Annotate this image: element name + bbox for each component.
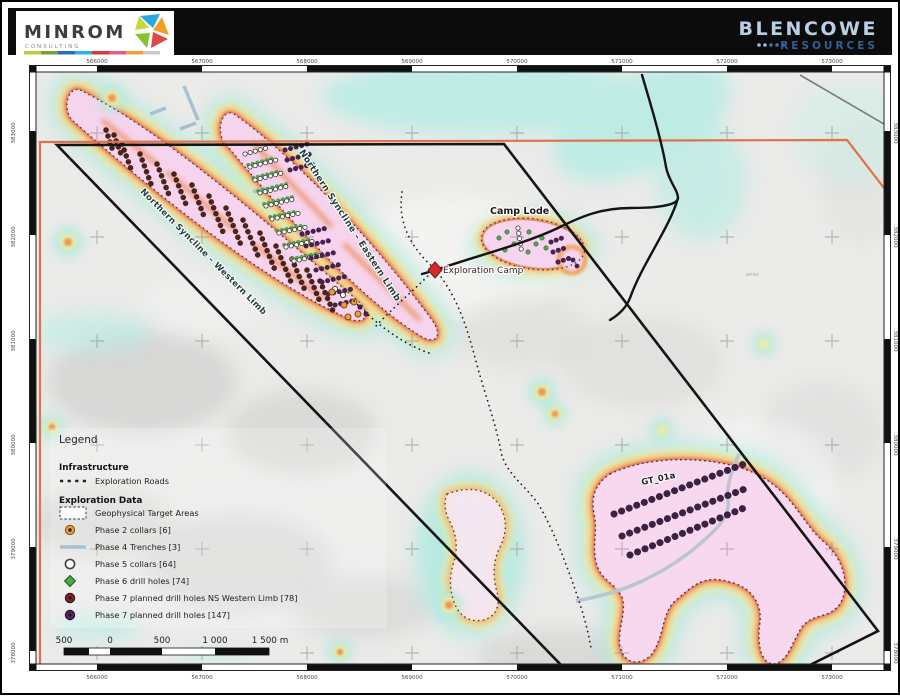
legend-title: Legend <box>59 434 98 446</box>
svg-text:500: 500 <box>154 636 171 646</box>
legend-item-phase7-western: Phase 7 planned drill holes NS Western L… <box>65 593 297 603</box>
svg-text:Phase 6 drill holes [74]: Phase 6 drill holes [74] <box>95 576 189 586</box>
axis-bottom: 566000 567000 568000 569000 570000 57100… <box>86 675 843 681</box>
axis-label: 570000 <box>506 59 528 65</box>
svg-text:Phase 4 Trenches [3]: Phase 4 Trenches [3] <box>95 542 180 552</box>
axis-label: 380000 <box>892 434 898 456</box>
blencowe-wordmark: BLENCOWE <box>738 18 878 40</box>
exploration-camp-label: Exploration Camp <box>443 266 524 276</box>
axis-left: 383000 382000 381000 380000 379000 37800… <box>11 122 17 664</box>
axis-right: 383000 382000 381000 380000 379000 37800… <box>892 122 898 664</box>
svg-text:Phase 7 planned drill holes NS: Phase 7 planned drill holes NS Western L… <box>95 593 297 603</box>
svg-text:Exploration Roads: Exploration Roads <box>95 476 169 486</box>
svg-text:Geophysical Target Areas: Geophysical Target Areas <box>95 508 199 518</box>
map-svg: MINROM CONSULTING BLENCOWE <box>2 2 898 693</box>
axis-label: 383000 <box>892 122 898 144</box>
axis-label: 379000 <box>892 538 898 560</box>
axis-label: 572000 <box>716 675 738 681</box>
legend-data-heading: Exploration Data <box>59 496 142 506</box>
faint-place-label: amur <box>746 272 760 278</box>
legend-item-target-areas: Geophysical Target Areas <box>60 507 199 519</box>
axis-label: 573000 <box>821 59 843 65</box>
axis-label: 573000 <box>821 675 843 681</box>
axis-label: 568000 <box>296 59 318 65</box>
axis-label: 566000 <box>86 59 108 65</box>
svg-text:Phase 5 collars [64]: Phase 5 collars [64] <box>95 559 176 569</box>
axis-label: 569000 <box>401 59 423 65</box>
map-canvas: Northern Syncline – Eastern Limb Norther… <box>32 38 898 685</box>
svg-text:1 000: 1 000 <box>202 636 228 646</box>
axis-label: 383000 <box>11 122 17 144</box>
axis-label: 568000 <box>296 675 318 681</box>
svg-text:Phase 2 collars [6]: Phase 2 collars [6] <box>95 525 171 535</box>
legend-infrastructure-heading: Infrastructure <box>59 463 129 473</box>
minrom-wordmark: MINROM <box>24 22 126 43</box>
phase5-collar-icon <box>65 559 74 568</box>
legend: Legend Infrastructure Exploration Roads … <box>50 428 386 628</box>
axis-label: 379000 <box>11 538 17 560</box>
minrom-tagline: CONSULTING <box>25 44 80 50</box>
minrom-color-stripe <box>24 51 160 55</box>
axis-label: 572000 <box>716 59 738 65</box>
svg-text:1 500 m: 1 500 m <box>252 636 289 646</box>
minrom-logo: MINROM CONSULTING <box>16 11 174 58</box>
axis-label: 569000 <box>401 675 423 681</box>
blencowe-sub-wordmark: RESOURCES <box>780 40 878 52</box>
axis-label: 382000 <box>892 226 898 248</box>
axis-label: 566000 <box>86 675 108 681</box>
axis-label: 380000 <box>11 434 17 456</box>
svg-text:500: 500 <box>56 636 73 646</box>
svg-text:0: 0 <box>107 636 113 646</box>
axis-label: 571000 <box>611 675 633 681</box>
header: MINROM CONSULTING BLENCOWE <box>8 8 892 58</box>
axis-label: 382000 <box>11 226 17 248</box>
axis-label: 381000 <box>892 330 898 352</box>
map-figure: MINROM CONSULTING BLENCOWE <box>0 0 900 695</box>
axis-top: 566000 567000 568000 569000 570000 57100… <box>86 59 843 65</box>
axis-label: 567000 <box>191 675 213 681</box>
svg-text:Phase 7 planned drill holes [1: Phase 7 planned drill holes [147] <box>95 610 230 620</box>
camp-lode-label: Camp Lode <box>490 206 549 217</box>
axis-label: 571000 <box>611 59 633 65</box>
axis-label: 570000 <box>506 675 528 681</box>
target-area-icon <box>60 507 86 519</box>
axis-label: 378000 <box>892 642 898 664</box>
axis-label: 378000 <box>11 642 17 664</box>
axis-label: 567000 <box>191 59 213 65</box>
axis-label: 381000 <box>11 330 17 352</box>
scalebar-bar <box>64 648 269 655</box>
